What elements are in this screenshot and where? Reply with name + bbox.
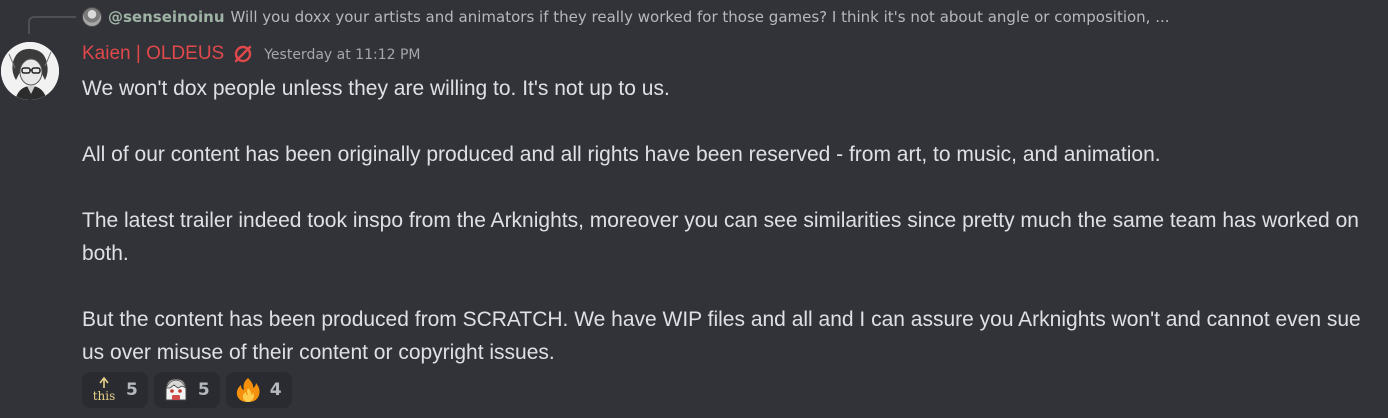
- reaction-count: 5: [197, 380, 210, 400]
- author-name[interactable]: Kaien | OLDEUS: [82, 43, 224, 65]
- reply-avatar[interactable]: [82, 7, 102, 27]
- reply-connector-line: [28, 16, 76, 34]
- message-content: We won't dox people unless they are will…: [82, 72, 1372, 369]
- reply-username[interactable]: @senseinoinu: [108, 8, 225, 26]
- message-paragraph: All of our content has been originally p…: [82, 143, 1161, 166]
- anime-face-emoji-icon: [162, 376, 190, 404]
- reaction-count: 5: [126, 380, 138, 400]
- avatar-illustration: [1, 42, 59, 100]
- message-timestamp[interactable]: Yesterday at 11:12 PM: [264, 47, 420, 63]
- reaction-count: 4: [269, 380, 282, 400]
- this-up-arrow-emoji-icon: this: [90, 376, 118, 404]
- message-paragraph: We won't dox people unless they are will…: [82, 77, 670, 100]
- reply-text[interactable]: Will you doxx your artists and animators…: [231, 8, 1170, 26]
- reactions-bar: this 5 5 4: [82, 372, 292, 408]
- message-paragraph: But the content has been produced from S…: [82, 308, 1361, 364]
- reaction-emoji-text: this: [93, 389, 116, 403]
- chat-message: @senseinoinu Will you doxx your artists …: [0, 0, 1388, 418]
- message-paragraph: The latest trailer indeed took inspo fro…: [82, 209, 1359, 265]
- reaction-fire[interactable]: 4: [225, 372, 292, 408]
- author-avatar[interactable]: [1, 42, 59, 100]
- role-icon[interactable]: [232, 43, 254, 65]
- reaction-this[interactable]: this 5: [82, 372, 148, 408]
- fire-emoji-icon: [234, 376, 262, 404]
- reaction-anime-face[interactable]: 5: [153, 372, 220, 408]
- reply-preview[interactable]: @senseinoinu Will you doxx your artists …: [82, 6, 1382, 28]
- message-header: Kaien | OLDEUS Yesterday at 11:12 PM: [82, 40, 420, 68]
